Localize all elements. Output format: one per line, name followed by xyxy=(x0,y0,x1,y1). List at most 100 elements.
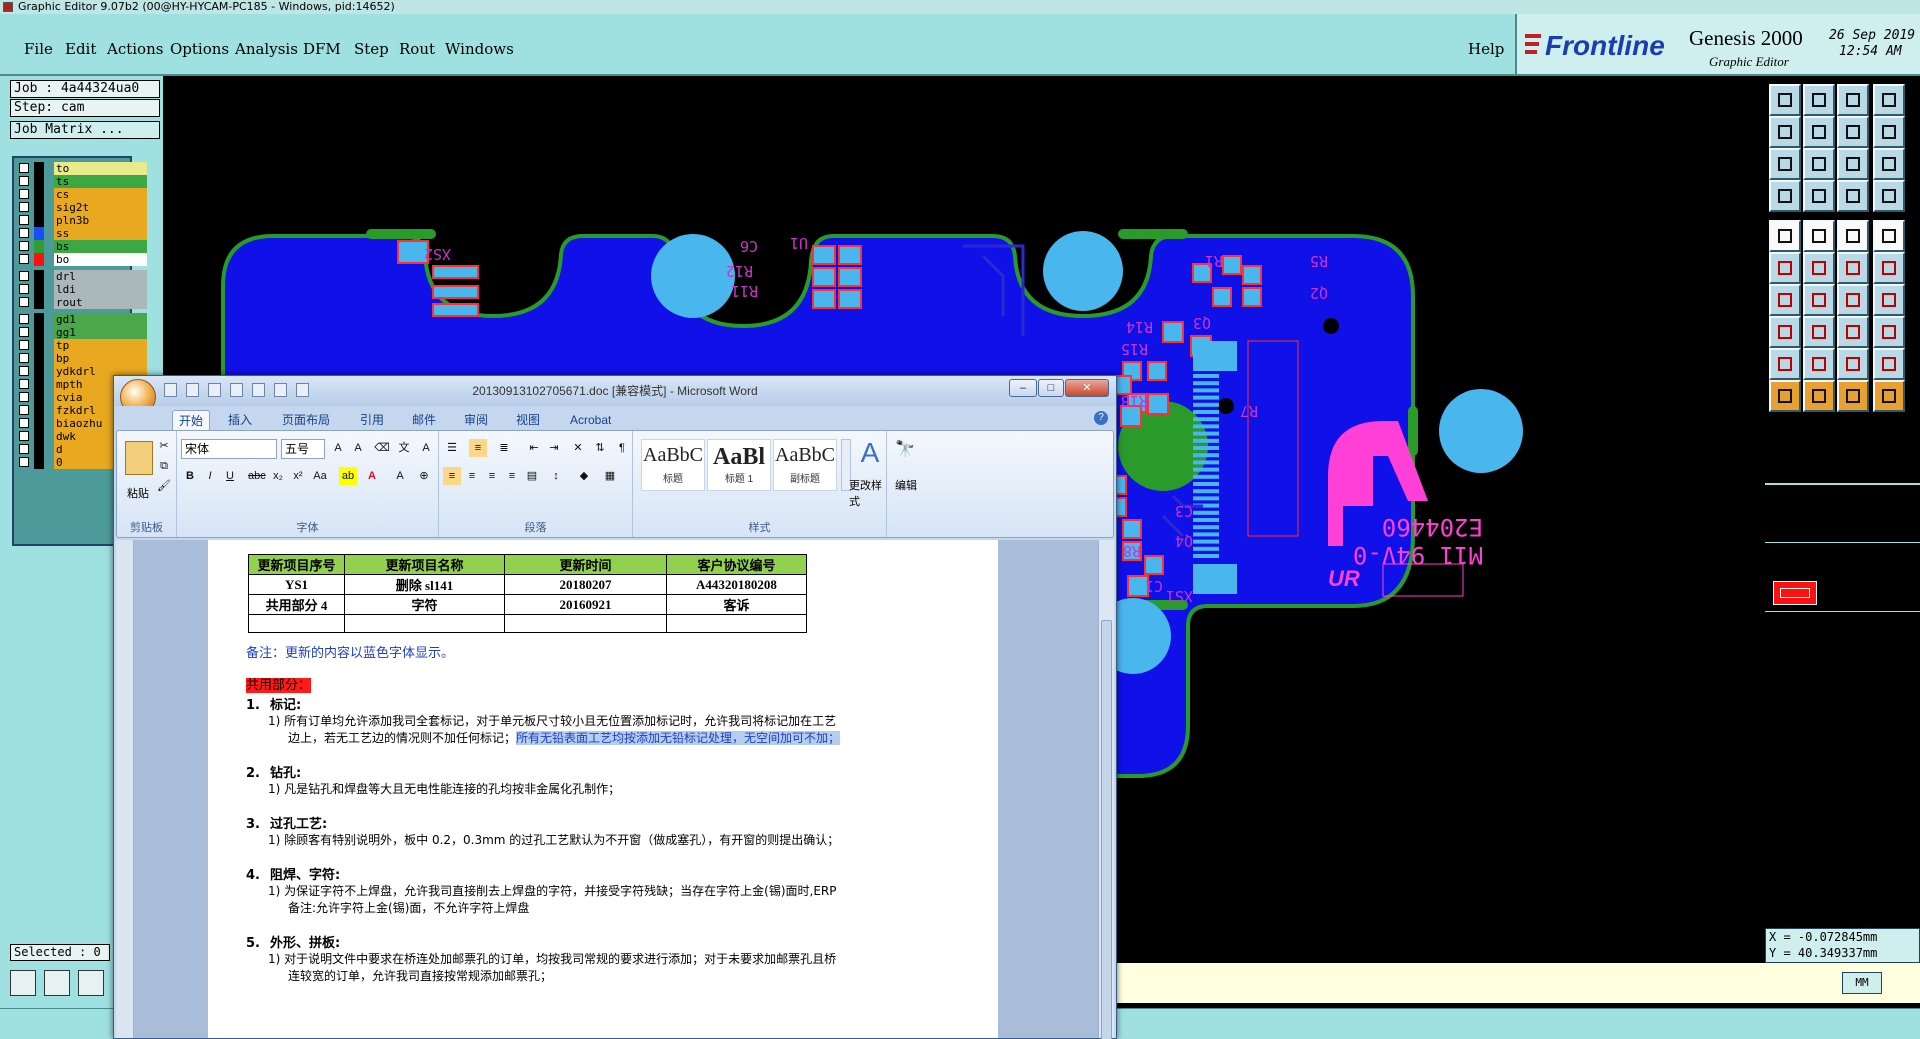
layer-color-swatch[interactable] xyxy=(34,339,44,352)
layer-row[interactable]: bp xyxy=(17,352,147,365)
layer-color-swatch[interactable] xyxy=(34,326,44,339)
layer-row[interactable]: ldi xyxy=(17,283,147,296)
maximize-button[interactable]: □ xyxy=(1038,379,1064,397)
change-styles-label[interactable]: 更改样式 xyxy=(849,477,889,509)
layer-color-swatch[interactable] xyxy=(34,430,44,443)
print-preview-icon[interactable] xyxy=(252,383,265,397)
layer-color-swatch[interactable] xyxy=(34,391,44,404)
rotate-icon[interactable] xyxy=(1769,180,1801,212)
menu-dfm[interactable]: DFM xyxy=(303,40,341,58)
open-icon[interactable] xyxy=(1769,84,1801,116)
tab-acrobat[interactable]: Acrobat xyxy=(564,410,617,430)
numbering-icon[interactable]: ≡ xyxy=(469,439,487,457)
pointer-icon[interactable] xyxy=(1769,380,1801,412)
layer-name[interactable]: gd1 xyxy=(54,313,147,326)
layer-row[interactable]: to xyxy=(17,162,147,175)
units-button[interactable]: MM xyxy=(1842,972,1882,994)
new-doc-icon[interactable] xyxy=(230,383,243,397)
tab-home[interactable]: 开始 xyxy=(172,410,211,430)
font-name-combo[interactable]: 宋体 xyxy=(181,439,277,459)
window-icon[interactable] xyxy=(1873,84,1905,116)
menu-options[interactable]: Options xyxy=(170,40,229,58)
layer-row[interactable]: cs xyxy=(17,188,147,201)
superscript-button[interactable]: x² xyxy=(289,467,307,485)
layer-name[interactable]: sig2t xyxy=(54,201,147,214)
select-icon[interactable] xyxy=(1769,252,1801,284)
zoom-area-icon[interactable] xyxy=(10,970,36,996)
justify-icon[interactable]: ≡ xyxy=(503,467,521,485)
layer-color-swatch[interactable] xyxy=(34,162,44,175)
shape-icon[interactable] xyxy=(1803,220,1835,252)
scroll-thumb[interactable] xyxy=(1101,620,1112,1039)
mark-icon[interactable] xyxy=(1769,316,1801,348)
layer-color-swatch[interactable] xyxy=(34,404,44,417)
menu-edit[interactable]: Edit xyxy=(65,40,96,58)
subscript-button[interactable]: x₂ xyxy=(269,467,287,485)
layer-row[interactable]: drl xyxy=(17,270,147,283)
layer-row[interactable]: gd1 xyxy=(17,313,147,326)
layer-checkbox[interactable] xyxy=(19,215,29,225)
bullets-icon[interactable]: ☰ xyxy=(443,439,461,457)
layer-checkbox[interactable] xyxy=(19,327,29,337)
char-border-icon[interactable]: A xyxy=(417,439,435,457)
word-window[interactable]: 20130913102705671.doc [兼容模式] - Microsoft… xyxy=(113,375,1117,1039)
tab-insert[interactable]: 插入 xyxy=(222,410,258,430)
menu-windows[interactable]: Windows xyxy=(445,40,514,58)
align-left-icon[interactable]: ≡ xyxy=(443,467,461,485)
close-button[interactable]: ✕ xyxy=(1065,379,1109,397)
format-painter-icon[interactable]: 🖌 xyxy=(155,477,173,495)
tab-layout[interactable]: 页面布局 xyxy=(276,410,336,430)
italic-button[interactable]: I xyxy=(201,467,219,485)
graph-icon[interactable] xyxy=(1873,180,1905,212)
layer-checkbox[interactable] xyxy=(19,431,29,441)
style-subtitle[interactable]: AaBbC 副标题 xyxy=(773,439,837,491)
layer-name[interactable]: bp xyxy=(54,352,147,365)
layer-color-swatch[interactable] xyxy=(34,417,44,430)
borders-icon[interactable]: ▦ xyxy=(601,467,619,485)
layer-checkbox[interactable] xyxy=(19,340,29,350)
find-icon[interactable]: 🔭 xyxy=(893,439,917,465)
clear-format-icon[interactable]: ⌫ xyxy=(373,439,391,457)
tri-red-icon[interactable] xyxy=(1873,348,1905,380)
home-icon[interactable] xyxy=(1837,84,1869,116)
distribute-icon[interactable]: ▤ xyxy=(523,467,541,485)
arc-icon[interactable] xyxy=(1837,284,1869,316)
layer-checkbox[interactable] xyxy=(19,202,29,212)
line-spacing-icon[interactable]: ↕ xyxy=(547,467,565,485)
layer-checkbox[interactable] xyxy=(19,353,29,363)
align-center-icon[interactable]: ≡ xyxy=(463,467,481,485)
align-right-icon[interactable]: ≡ xyxy=(483,467,501,485)
pad-icon[interactable] xyxy=(1769,220,1801,252)
layer-row[interactable]: ss xyxy=(17,227,147,240)
fit-icon[interactable] xyxy=(1769,148,1801,180)
tri-bar-icon[interactable] xyxy=(1837,348,1869,380)
layer-checkbox[interactable] xyxy=(19,366,29,376)
angle-icon[interactable] xyxy=(1769,284,1801,316)
qat-more-icon[interactable] xyxy=(296,383,309,397)
layer-name[interactable]: to xyxy=(54,162,147,175)
layer-color-swatch[interactable] xyxy=(34,175,44,188)
tab-mailings[interactable]: 邮件 xyxy=(406,410,442,430)
menu-analysis[interactable]: Analysis xyxy=(235,40,298,58)
layer-checkbox[interactable] xyxy=(19,444,29,454)
tri-outline-icon[interactable] xyxy=(1803,348,1835,380)
sort-icon[interactable]: ⇅ xyxy=(591,439,609,457)
layer-checkbox[interactable] xyxy=(19,254,29,264)
redo-icon[interactable] xyxy=(208,383,221,397)
step-field[interactable]: Step: cam xyxy=(10,99,160,117)
layer-checkbox[interactable] xyxy=(19,271,29,281)
resize-icon[interactable] xyxy=(1837,316,1869,348)
grid-icon[interactable] xyxy=(78,970,104,996)
menu-file[interactable]: File xyxy=(24,40,53,58)
show-marks-icon[interactable]: ¶ xyxy=(613,439,631,457)
layer-color-swatch[interactable] xyxy=(34,352,44,365)
layer-checkbox[interactable] xyxy=(19,284,29,294)
highlight-button[interactable]: ab xyxy=(339,467,357,485)
layer-row[interactable]: bo xyxy=(17,253,147,266)
minus-icon[interactable] xyxy=(1803,316,1835,348)
menu-actions[interactable]: Actions xyxy=(107,40,163,58)
save-icon[interactable] xyxy=(164,383,177,397)
shrink-font-icon[interactable]: A xyxy=(349,439,367,457)
help-icon[interactable]: ? xyxy=(1094,411,1108,425)
change-styles-icon[interactable]: A xyxy=(855,437,885,471)
